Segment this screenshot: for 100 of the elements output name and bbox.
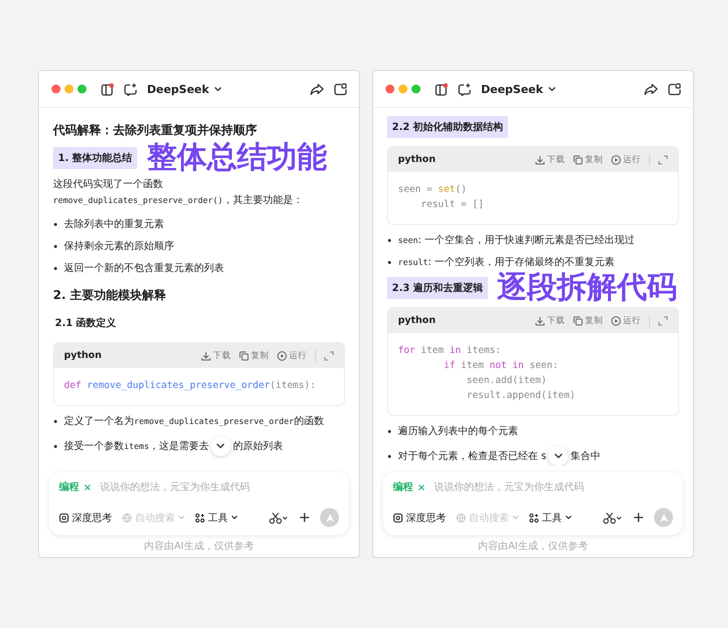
bullet-icon	[388, 454, 391, 458]
copy-button[interactable]: 复制	[239, 350, 269, 362]
list-item-text: 接受一个参数	[64, 440, 124, 453]
scroll-down-button[interactable]	[548, 446, 568, 466]
mode-tag[interactable]: 编程	[59, 480, 79, 494]
close-icon[interactable]	[84, 484, 91, 490]
download-icon	[201, 350, 211, 360]
run-button[interactable]: 运行	[611, 154, 641, 166]
expand-icon[interactable]	[658, 154, 668, 164]
list-item-text: ，这是需要去	[148, 440, 209, 453]
window-controls-icon[interactable]	[385, 84, 421, 94]
sidebar-icon[interactable]	[435, 82, 448, 96]
share-icon[interactable]	[310, 82, 324, 96]
expand-icon[interactable]	[658, 316, 668, 326]
download-button[interactable]: 下载	[535, 154, 565, 166]
paragraph: 这段代码实现了一个函数 remove_duplicates_preserve_order()，其主要功能是：	[53, 178, 304, 208]
download-button[interactable]: 下载	[201, 350, 231, 362]
section-heading: 2. 主要功能模块解释	[53, 287, 168, 304]
list-item-text: 遍历输入列表中的每个元素	[398, 424, 518, 438]
chevron-down-icon	[548, 86, 556, 92]
disclaimer: 内容由AI生成，仅供参考	[143, 540, 255, 554]
list-item-text: result	[398, 257, 428, 267]
model-selector[interactable]: DeepSeek	[147, 82, 222, 96]
download-button[interactable]: 下载	[535, 314, 565, 326]
tools-toggle[interactable]: 工具	[529, 510, 572, 524]
think-toggle[interactable]: 深度思考	[393, 510, 446, 524]
download-icon	[535, 154, 545, 164]
send-icon	[658, 512, 668, 522]
list-item-text: 的原始列表	[232, 440, 283, 453]
tools-toggle[interactable]: 工具	[195, 510, 238, 524]
window-controls-icon[interactable]	[51, 84, 87, 94]
chevron-down-icon	[565, 515, 572, 520]
list-item-text: : 一个空列表，用于存储最终的不重复元素	[428, 256, 615, 269]
new-chat-icon[interactable]	[458, 82, 471, 96]
mode-tag[interactable]: 编程	[393, 480, 413, 494]
globe-icon	[456, 512, 466, 522]
list-item-text: remove_duplicates_preserve_order	[134, 416, 294, 426]
bullet-icon	[54, 222, 57, 226]
list-item-text: seen	[398, 235, 418, 245]
run-button[interactable]: 运行	[611, 314, 641, 326]
list-item-text: 的函数	[294, 415, 324, 428]
copy-icon	[573, 316, 583, 326]
subsection-heading: 2.3 遍历和去重逻辑	[387, 277, 488, 299]
copy-icon	[573, 154, 583, 164]
list-item-text: 保持剩余元素的原始顺序	[64, 240, 174, 253]
chevron-down-icon	[216, 443, 226, 449]
disclaimer: 内容由AI生成，仅供参考	[477, 540, 589, 554]
expand-icon[interactable]	[324, 350, 334, 360]
chevron-down-icon	[214, 86, 222, 92]
list-item-text: 返回一个新的不包含重复元素的列表	[64, 262, 224, 275]
code-language: python	[398, 154, 436, 165]
bullet-icon	[388, 238, 391, 242]
plus-icon[interactable]	[299, 512, 310, 523]
play-icon	[277, 350, 287, 360]
play-icon	[611, 154, 621, 164]
list-item-text: 对于每个元素，检查是否已经在 s	[398, 450, 546, 463]
think-toggle[interactable]: 深度思考	[59, 510, 112, 524]
close-icon[interactable]	[418, 484, 425, 490]
tools-icon	[529, 512, 539, 522]
list-item-text: 定义了一个名为	[64, 414, 134, 428]
scissors-icon[interactable]	[269, 512, 289, 524]
copy-button[interactable]: 复制	[573, 314, 603, 326]
subsection-heading: 1. 整体功能总结	[53, 147, 138, 169]
plus-icon[interactable]	[633, 512, 644, 523]
bullet-icon	[388, 430, 391, 432]
bullet-icon	[54, 444, 57, 448]
scroll-down-button[interactable]	[210, 436, 231, 456]
download-icon	[535, 316, 545, 326]
chevron-down-icon	[178, 515, 185, 520]
chevron-down-icon	[512, 515, 519, 520]
list-item-text: items	[124, 441, 149, 451]
model-selector[interactable]: DeepSeek	[481, 82, 556, 96]
chevron-down-icon	[554, 453, 563, 459]
code-language: python	[64, 350, 102, 361]
subsection-heading: 2.1 函数定义	[54, 316, 118, 331]
bullet-icon	[388, 260, 391, 264]
sidebar-icon[interactable]	[101, 82, 114, 96]
code-language: python	[398, 315, 436, 326]
run-button[interactable]: 运行	[277, 350, 307, 362]
bullet-icon	[54, 244, 57, 248]
share-icon[interactable]	[644, 82, 658, 96]
globe-icon	[122, 512, 132, 522]
new-chat-icon[interactable]	[124, 82, 137, 96]
list-item-text: 去除列表中的重复元素	[64, 218, 164, 231]
caption-overlay: 整体总结功能	[147, 143, 327, 173]
panel-icon[interactable]	[334, 82, 347, 96]
list-item-text: : 一个空集合，用于快速判断元素是否已经出现过	[418, 234, 635, 247]
play-icon	[611, 316, 621, 326]
document-title: 代码解释：去除列表重复项并保持顺序	[53, 122, 258, 139]
subsection-heading: 2.2 初始化辅助数据结构	[387, 116, 508, 138]
tools-icon	[195, 512, 205, 522]
chevron-down-icon	[231, 515, 238, 520]
caption-overlay: 逐段拆解代码	[497, 273, 677, 303]
scissors-icon[interactable]	[603, 512, 623, 524]
panel-icon[interactable]	[668, 82, 681, 96]
send-icon	[324, 512, 334, 522]
bullet-icon	[54, 420, 57, 422]
copy-button[interactable]: 复制	[573, 154, 603, 166]
list-item-text: 集合中	[570, 450, 600, 463]
bullet-icon	[54, 266, 57, 270]
